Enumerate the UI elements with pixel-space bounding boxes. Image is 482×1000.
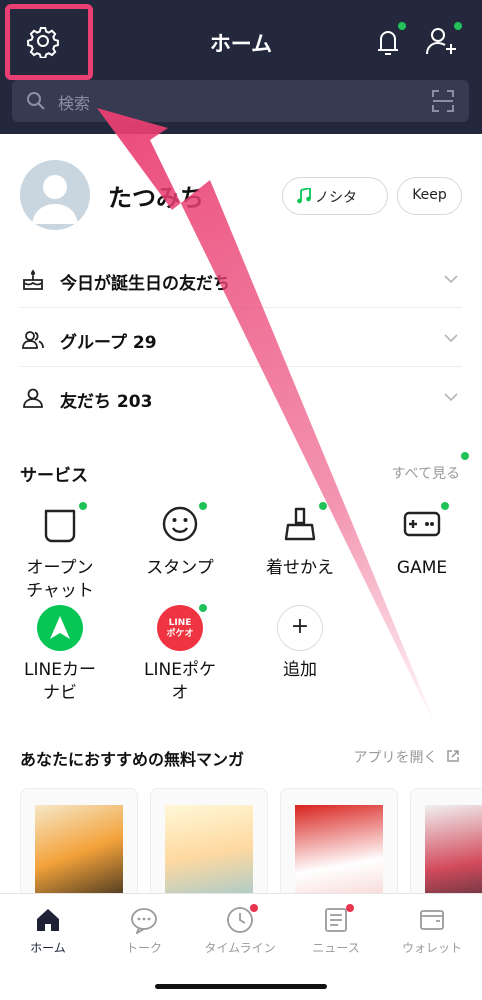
tab-wallet[interactable]: ウォレット [384, 906, 480, 956]
chevron-down-icon [444, 334, 458, 343]
tab-label: タイムライン [204, 941, 276, 955]
service-label: オープン チャット [26, 558, 94, 601]
service-label: GAME [396, 558, 448, 578]
row-label: 今日が誕生日の友だち [60, 274, 230, 294]
sticker-icon [162, 506, 198, 542]
manga-cover-image [165, 805, 253, 905]
keep-button[interactable]: Keep [397, 177, 462, 215]
home-indicator [155, 984, 327, 989]
badge-dot [319, 502, 327, 510]
manga-cover-image [295, 805, 383, 905]
avatar[interactable] [20, 160, 90, 230]
chat-icon [131, 908, 157, 936]
profile-music-button[interactable]: ノシタ [282, 177, 388, 215]
tab-label: ニュース [312, 941, 360, 955]
list-row-groups[interactable]: グループ 29 [20, 309, 462, 367]
line-car-navi-icon [37, 605, 83, 651]
tab-label: トーク [125, 941, 162, 955]
search-icon [27, 92, 45, 110]
tab-news[interactable]: ニュース [288, 904, 384, 956]
tab-home[interactable]: ホーム [0, 906, 96, 956]
manga-card[interactable] [150, 788, 268, 906]
service-line-pokeo[interactable]: LINE ポケオ LINEポケ オ [130, 604, 230, 705]
service-label: 着せかえ [266, 558, 334, 578]
open-app-label: アプリを開く [353, 750, 438, 766]
see-all-link[interactable]: すべて見る [392, 463, 460, 483]
service-label: 追加 [283, 660, 317, 680]
service-stamps[interactable]: スタンプ [130, 502, 230, 580]
tab-label: ウォレット [401, 941, 462, 955]
service-game[interactable]: GAME [372, 502, 472, 580]
service-line-car-navi[interactable]: LINEカー ナビ [10, 605, 110, 705]
manga-card[interactable] [410, 788, 482, 906]
manga-cover-image [35, 805, 123, 905]
line-pokeo-icon: LINE ポケオ [157, 605, 203, 651]
music-label: ノシタ [315, 190, 357, 206]
add-friend-dot [454, 22, 462, 30]
service-label: LINEポケ オ [144, 660, 216, 703]
services-title: サービス [20, 466, 88, 486]
manga-title: あなたにおすすめの無料マンガ [20, 750, 245, 769]
badge-dot [79, 502, 87, 510]
badge-dot [346, 904, 354, 912]
badge-dot [441, 502, 449, 510]
service-open-chat[interactable]: オープン チャット [10, 502, 110, 603]
page-title: ホーム [209, 32, 273, 56]
manga-cover-image [425, 805, 482, 905]
header-bar: ホーム 検索 [0, 0, 482, 134]
manga-card[interactable] [20, 788, 138, 906]
wallet-icon [420, 910, 444, 930]
profile-name[interactable]: たつみち [108, 178, 204, 213]
external-link-icon [447, 750, 459, 762]
service-label: スタンプ [146, 558, 214, 578]
person-icon [23, 388, 43, 408]
open-app-link[interactable]: アプリを開く [354, 747, 460, 767]
service-themes[interactable]: 着せかえ [250, 502, 350, 580]
search-placeholder: 検索 [58, 94, 91, 113]
manga-card[interactable] [280, 788, 398, 906]
row-label: グループ 29 [60, 333, 157, 353]
open-chat-icon [44, 509, 76, 543]
cake-icon [23, 269, 43, 290]
group-icon [22, 331, 44, 349]
badge-dot [250, 904, 258, 912]
tab-talk[interactable]: トーク [96, 906, 192, 956]
see-all-dot [461, 452, 469, 460]
plus-icon: + [277, 605, 323, 651]
chevron-down-icon [444, 275, 458, 284]
chevron-down-icon [444, 393, 458, 402]
default-avatar-icon [32, 175, 78, 224]
row-label: 友だち 203 [60, 392, 153, 412]
tab-label: ホーム [30, 941, 66, 955]
music-note-icon [297, 188, 311, 204]
qr-scan-icon[interactable] [431, 89, 455, 113]
home-icon [37, 909, 59, 931]
list-row-birthdays[interactable]: 今日が誕生日の友だち [20, 250, 462, 308]
badge-dot [199, 502, 207, 510]
notification-dot [398, 22, 406, 30]
badge-dot [199, 604, 207, 612]
list-row-friends[interactable]: 友だち 203 [20, 368, 462, 426]
search-input[interactable]: 検索 [12, 80, 469, 122]
service-add[interactable]: + 追加 [250, 605, 350, 682]
service-label: LINEカー ナビ [24, 660, 96, 703]
tab-timeline[interactable]: タイムライン [192, 904, 288, 956]
gamepad-icon [403, 511, 441, 537]
theme-brush-icon [284, 507, 316, 541]
